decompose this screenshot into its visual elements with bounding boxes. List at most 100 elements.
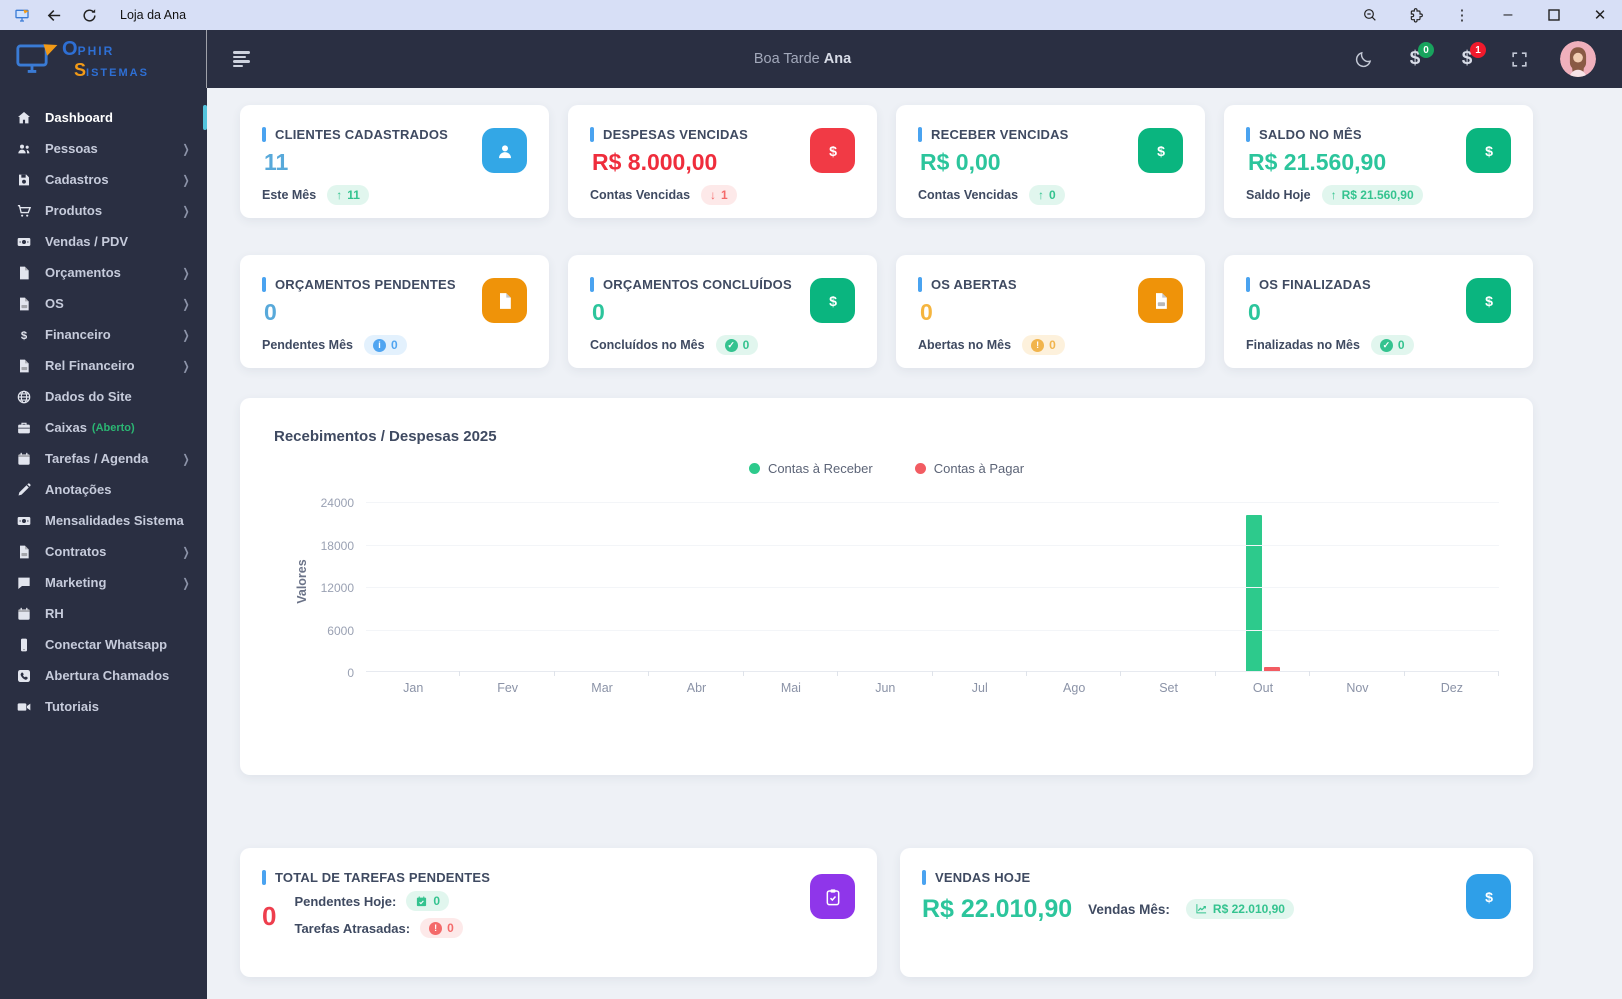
x-axis-tick-label: Jun bbox=[875, 681, 896, 695]
sales-card: VENDAS HOJE R$ 22.010,90 Vendas Mês: R$ … bbox=[900, 848, 1533, 977]
window-maximize-button[interactable] bbox=[1546, 7, 1562, 23]
sidebar-item-tutoriais[interactable]: Tutoriais bbox=[0, 691, 207, 722]
legend-label: Contas à Pagar bbox=[933, 461, 1025, 476]
zoom-out-icon[interactable] bbox=[1362, 7, 1378, 23]
sidebar-item-contratos[interactable]: Contratos ❯ bbox=[0, 536, 207, 567]
chevron-right-icon: ❯ bbox=[182, 141, 190, 156]
sidebar-item-cadastros[interactable]: Cadastros ❯ bbox=[0, 164, 207, 195]
sidebar-item-produtos[interactable]: Produtos ❯ bbox=[0, 195, 207, 226]
legend-item-contas-pagar[interactable]: Contas à Pagar bbox=[914, 461, 1025, 476]
task-line-pill: 0 bbox=[406, 891, 450, 911]
chevron-right-icon: ❯ bbox=[182, 451, 190, 466]
y-axis-tick-label: 24000 bbox=[320, 496, 354, 510]
bar-out-contas-receber bbox=[1246, 515, 1262, 671]
sidebar-item-mensalidades-sistema[interactable]: Mensalidades Sistema bbox=[0, 505, 207, 536]
arrow-down-icon: ↓ bbox=[710, 188, 717, 202]
sidebar-item-or-amentos[interactable]: Orçamentos ❯ bbox=[0, 257, 207, 288]
sales-month-label: Vendas Mês: bbox=[1088, 902, 1170, 917]
payables-badge: 1 bbox=[1470, 42, 1486, 58]
save-icon bbox=[15, 171, 32, 188]
title-accent-bar bbox=[918, 277, 922, 292]
sidebar-item-rh[interactable]: RH bbox=[0, 598, 207, 629]
sales-card-title: VENDAS HOJE bbox=[935, 870, 1031, 885]
svg-text:$: $ bbox=[1485, 889, 1493, 905]
user-name: Ana bbox=[823, 51, 852, 67]
check-circle-icon: ✓ bbox=[1379, 338, 1393, 352]
sidebar-item-label: OS bbox=[45, 296, 64, 311]
sidebar-item-dados-do-site[interactable]: Dados do Site bbox=[0, 381, 207, 412]
card-title: ORÇAMENTOS CONCLUÍDOS bbox=[603, 277, 792, 292]
extensions-icon[interactable] bbox=[1408, 7, 1424, 23]
card-footer-pill: ↓ 1 bbox=[701, 185, 737, 205]
y-axis-title: Valores bbox=[295, 558, 310, 604]
window-close-button[interactable]: ✕ bbox=[1592, 7, 1608, 24]
sidebar-toggle-icon[interactable] bbox=[233, 51, 253, 67]
stat-card-clientes-cadastrados: CLIENTES CADASTRADOS 11 Este Mês ↑ 11 bbox=[240, 105, 549, 218]
stat-card-or-amentos-pendentes: ORÇAMENTOS PENDENTES 0 Pendentes Mês i 0 bbox=[240, 255, 549, 368]
title-accent-bar bbox=[590, 277, 594, 292]
money-icon bbox=[15, 233, 32, 250]
dollar-icon: $ bbox=[15, 326, 32, 343]
window-minimize-button[interactable]: – bbox=[1500, 6, 1516, 23]
gridline bbox=[366, 629, 1499, 631]
sidebar-item-abertura-chamados[interactable]: Abertura Chamados bbox=[0, 660, 207, 691]
sidebar-item-rel-financeiro[interactable]: Rel Financeiro ❯ bbox=[0, 350, 207, 381]
title-accent-bar bbox=[262, 870, 266, 885]
title-accent-bar bbox=[590, 127, 594, 142]
sidebar-item-conectar-whatsapp[interactable]: Conectar Whatsapp bbox=[0, 629, 207, 660]
chevron-right-icon: ❯ bbox=[182, 296, 190, 311]
sidebar-item-label: Conectar Whatsapp bbox=[45, 637, 168, 652]
cash-register-open-badge: (Aberto) bbox=[91, 421, 135, 434]
sidebar-item-os[interactable]: OS ❯ bbox=[0, 288, 207, 319]
task-line-label: Tarefas Atrasadas: bbox=[294, 920, 411, 936]
y-axis-tick-label: 6000 bbox=[327, 623, 354, 638]
chart-line-icon bbox=[1195, 902, 1208, 915]
sidebar-item-label: Produtos bbox=[45, 203, 103, 218]
card-footer-label: Concluídos no Mês bbox=[590, 338, 705, 352]
chart-card: Recebimentos / Despesas 2025 Contas à Re… bbox=[240, 398, 1533, 775]
bar-out-contas-pagar bbox=[1264, 667, 1280, 671]
sidebar-item-label: Pessoas bbox=[45, 141, 98, 156]
payables-notification-icon[interactable]: $ 1 bbox=[1456, 42, 1486, 70]
card-title: OS ABERTAS bbox=[931, 277, 1017, 292]
sidebar-item-marketing[interactable]: Marketing ❯ bbox=[0, 567, 207, 598]
alert-circle-icon: ! bbox=[429, 921, 443, 935]
sidebar-item-caixas[interactable]: Caixas (Aberto) bbox=[0, 412, 207, 443]
browser-menu-icon[interactable]: ⋮ bbox=[1454, 7, 1470, 23]
svg-text:$: $ bbox=[20, 329, 27, 341]
chevron-right-icon: ❯ bbox=[182, 575, 190, 590]
topbar: Boa Tarde Ana $ 0 $ 1 bbox=[207, 30, 1622, 88]
stat-card-or-amentos-conclu-dos: ORÇAMENTOS CONCLUÍDOS 0 Concluídos no Mês ✓… bbox=[568, 255, 877, 368]
calendar-icon bbox=[15, 605, 32, 622]
task-line-label: Pendentes Hoje: bbox=[294, 893, 397, 909]
logo-text: OPHIR SISTEMAS bbox=[62, 37, 149, 80]
stat-card-receber-vencidas: RECEBER VENCIDAS R$ 0,00 Contas Vencidas ↑ 0… bbox=[896, 105, 1205, 218]
card-title: RECEBER VENCIDAS bbox=[931, 127, 1069, 142]
title-accent-bar bbox=[922, 870, 926, 885]
x-axis-tick-label: Out bbox=[1252, 681, 1274, 695]
sidebar-item-vendas-pdv[interactable]: Vendas / PDV bbox=[0, 226, 207, 257]
refresh-button[interactable] bbox=[81, 7, 98, 24]
receivables-notification-icon[interactable]: $ 0 bbox=[1404, 42, 1434, 70]
card-footer-pill: ✓ 0 bbox=[715, 335, 759, 355]
title-accent-bar bbox=[918, 127, 922, 142]
browser-bar: Loja da Ana ⋮ – ✕ bbox=[0, 0, 1622, 30]
user-avatar[interactable] bbox=[1560, 41, 1596, 77]
sidebar-item-pessoas[interactable]: Pessoas ❯ bbox=[0, 133, 207, 164]
sidebar-item-financeiro[interactable]: $ Financeiro ❯ bbox=[0, 319, 207, 350]
dark-mode-icon[interactable] bbox=[1352, 48, 1374, 70]
back-button[interactable] bbox=[46, 7, 63, 24]
sidebar-item-dashboard[interactable]: Dashboard bbox=[0, 102, 207, 133]
logo[interactable]: OPHIR SISTEMAS bbox=[0, 30, 207, 88]
fullscreen-icon[interactable] bbox=[1508, 48, 1530, 70]
users-icon bbox=[15, 140, 32, 157]
legend-item-contas-receber[interactable]: Contas à Receber bbox=[748, 461, 873, 476]
stat-card-os-abertas: OS ABERTAS 0 Abertas no Mês ! 0 bbox=[896, 255, 1205, 368]
person-tile-icon bbox=[482, 128, 527, 173]
dollar-tile-icon: $ bbox=[1138, 128, 1183, 173]
sidebar-item-tarefas-agenda[interactable]: Tarefas / Agenda ❯ bbox=[0, 443, 207, 474]
calendar-check-icon bbox=[415, 895, 428, 908]
pill-value: 0 bbox=[742, 338, 750, 352]
sidebar-item-anota-es[interactable]: Anotações bbox=[0, 474, 207, 505]
file-pdf-tile-icon bbox=[1138, 278, 1183, 323]
